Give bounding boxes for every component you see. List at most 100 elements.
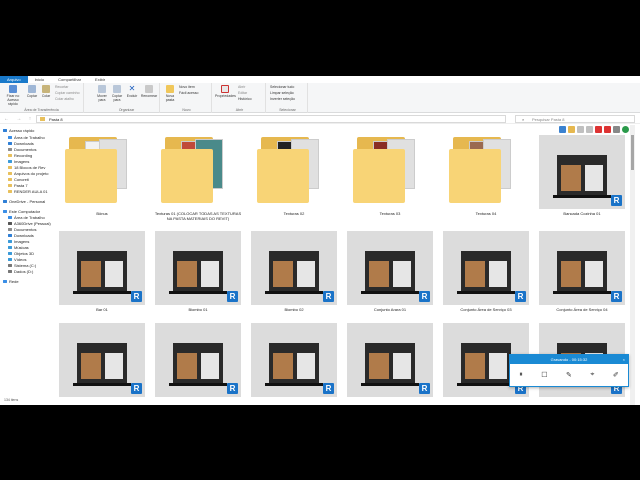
new-group: Nova pasta Novo item Fácil acesso Novo bbox=[162, 83, 212, 113]
close-icon[interactable] bbox=[595, 126, 602, 133]
paste-shortcut-button[interactable]: Colar atalho bbox=[55, 97, 74, 101]
revit-icon: R bbox=[611, 195, 622, 206]
copy-to-button[interactable]: Copiar para bbox=[110, 85, 124, 102]
sidebar-item-label: Downloads bbox=[14, 141, 34, 146]
copy-icon[interactable] bbox=[577, 126, 584, 133]
globe-icon[interactable] bbox=[622, 126, 629, 133]
folder-item[interactable]: Bônus bbox=[57, 135, 147, 216]
sidebar-item[interactable]: RENDER AULA 01 bbox=[8, 189, 48, 194]
sidebar-item[interactable]: Área de Trabalho bbox=[8, 215, 45, 220]
close-icon[interactable]: × bbox=[623, 355, 625, 364]
settings-icon[interactable] bbox=[613, 126, 620, 133]
sidebar-item[interactable]: Vídeos bbox=[8, 257, 26, 262]
revit-file-item[interactable]: R Conjunto Arara 01 bbox=[345, 231, 435, 312]
folder-front bbox=[353, 149, 405, 203]
tab-view[interactable]: Exibir bbox=[88, 76, 112, 83]
address-input[interactable]: Pasta 8 bbox=[36, 115, 506, 123]
revit-file-item[interactable]: R Bancada Cozinha 01 bbox=[537, 135, 627, 216]
sidebar-item[interactable]: Área de Trabalho bbox=[8, 135, 45, 140]
render-shape bbox=[561, 261, 581, 287]
sidebar-item-label: Este Computador bbox=[9, 209, 41, 214]
revit-file-item[interactable]: R bbox=[57, 323, 147, 399]
file-explorer-window: Arquivo Início Compartilhar Exibir Fixar… bbox=[0, 76, 640, 405]
select-none-button[interactable]: Limpar seleção bbox=[270, 91, 294, 95]
revit-file-item[interactable]: R Biombo 02 bbox=[249, 231, 339, 312]
highlighter-icon[interactable]: ✐ bbox=[613, 371, 619, 379]
revit-file-item[interactable]: R Conjunto Área de Serviço 03 bbox=[441, 231, 531, 312]
layout-icon[interactable] bbox=[559, 126, 566, 133]
revit-file-item[interactable]: R Conjunto Área de Serviço 04 bbox=[537, 231, 627, 312]
folder-icon bbox=[8, 222, 12, 225]
tab-share[interactable]: Compartilhar bbox=[51, 76, 88, 83]
sidebar-item[interactable]: Recording bbox=[8, 153, 32, 158]
select-all-button[interactable]: Selecionar tudo bbox=[270, 85, 294, 89]
revit-file-item[interactable]: R Biombo 01 bbox=[153, 231, 243, 312]
search-input[interactable]: ⌕ Pesquisar Pasta 8 bbox=[515, 115, 635, 123]
folder-item[interactable]: Texturas 03 bbox=[345, 135, 435, 216]
history-button[interactable]: Histórico bbox=[238, 97, 252, 101]
pointer-icon[interactable]: ⌖ bbox=[590, 371, 594, 379]
sidebar-item[interactable]: Documentos bbox=[8, 227, 36, 232]
new-folder-button[interactable]: Nova pasta bbox=[163, 85, 177, 102]
render-thumbnail: R bbox=[155, 231, 241, 305]
sidebar-item[interactable]: Arquivos do projeto bbox=[8, 171, 48, 176]
folder-item[interactable]: Texturas 02 bbox=[249, 135, 339, 216]
rename-button[interactable]: Renomear bbox=[140, 85, 158, 98]
pin-button[interactable]: Fixar no Acesso rápido bbox=[3, 85, 23, 106]
sidebar-item[interactable]: A360Drive (Pessoal) bbox=[8, 221, 51, 226]
revit-file-item[interactable]: R bbox=[153, 323, 243, 399]
sidebar-item[interactable]: Imagens bbox=[8, 239, 29, 244]
nav-arrows[interactable]: ← → ↑ bbox=[4, 116, 34, 122]
sidebar-item[interactable]: Sistema (C:) bbox=[8, 263, 36, 268]
scrollbar-thumb[interactable] bbox=[631, 135, 634, 170]
folder-icon bbox=[8, 154, 12, 157]
sidebar-item[interactable]: Rede bbox=[3, 279, 19, 284]
tab-file[interactable]: Arquivo bbox=[0, 76, 28, 83]
file-name: Conjunto Área de Serviço 04 bbox=[556, 307, 608, 312]
sidebar-item[interactable]: Objetos 3D bbox=[8, 251, 34, 256]
folder-icon[interactable] bbox=[568, 126, 575, 133]
tab-home[interactable]: Início bbox=[28, 76, 52, 83]
sidebar-item[interactable]: Downloads bbox=[8, 233, 34, 238]
render-shape bbox=[169, 383, 227, 386]
sidebar-item-label: Imagens bbox=[14, 159, 30, 164]
render-shape bbox=[393, 261, 411, 287]
revit-file-item[interactable]: R bbox=[249, 323, 339, 399]
copy-button[interactable]: Copiar bbox=[26, 85, 38, 98]
file-name: Conjunto Arara 01 bbox=[373, 307, 407, 312]
properties-icon bbox=[221, 85, 229, 93]
folder-item[interactable]: Texturas 04 bbox=[441, 135, 531, 216]
sidebar-item[interactable]: Dados (D:) bbox=[8, 269, 33, 274]
sidebar-item[interactable]: Acesso rápido bbox=[3, 128, 34, 133]
edit-button[interactable]: Editar bbox=[238, 91, 247, 95]
sidebar-item[interactable]: Este Computador bbox=[3, 209, 40, 214]
address-path: Pasta 8 bbox=[49, 117, 63, 122]
new-item-button[interactable]: Novo item bbox=[179, 85, 195, 89]
stop-icon[interactable]: ☐ bbox=[541, 371, 547, 379]
sidebar-item[interactable]: Imagens bbox=[8, 159, 29, 164]
open-button[interactable]: Abrir bbox=[238, 85, 245, 89]
pen-icon[interactable]: ✎ bbox=[566, 371, 572, 379]
invert-selection-button[interactable]: Inverter seleção bbox=[270, 97, 295, 101]
paste-button[interactable]: Colar bbox=[40, 85, 52, 98]
revit-file-item[interactable]: R bbox=[345, 323, 435, 399]
copy-path-button[interactable]: Copiar caminho bbox=[55, 91, 80, 95]
sidebar-item[interactable]: OneDrive - Personal bbox=[3, 199, 45, 204]
move-to-button[interactable]: Mover para bbox=[95, 85, 109, 102]
sidebar-item[interactable]: Concreti bbox=[8, 177, 29, 182]
paste-icon[interactable] bbox=[586, 126, 593, 133]
revit-file-item[interactable]: R Bar 01 bbox=[57, 231, 147, 312]
delete-button[interactable]: ✕ Excluir bbox=[125, 85, 139, 99]
scrollbar[interactable] bbox=[630, 125, 635, 405]
folder-item[interactable]: Texturas 01 (COLOCAR TODAS AS TEXTURAS N… bbox=[153, 135, 243, 221]
sidebar-item[interactable]: Downloads bbox=[8, 141, 34, 146]
check-icon[interactable] bbox=[604, 126, 611, 133]
pause-icon[interactable]: ⏸ bbox=[519, 371, 523, 379]
sidebar-item[interactable]: Músicas bbox=[8, 245, 29, 250]
cut-button[interactable]: Recortar bbox=[55, 85, 68, 89]
properties-button[interactable]: Propriedades bbox=[215, 85, 236, 98]
sidebar-item[interactable]: Documentos bbox=[8, 147, 36, 152]
sidebar-item[interactable]: Pasta 7 bbox=[8, 183, 28, 188]
sidebar-item[interactable]: 18 Blocos de Rev bbox=[8, 165, 45, 170]
easy-access-button[interactable]: Fácil acesso bbox=[179, 91, 198, 95]
